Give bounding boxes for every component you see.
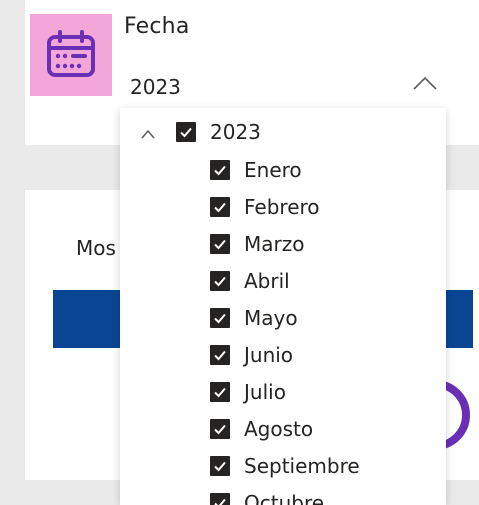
tree-row-month[interactable]: Julio bbox=[120, 376, 286, 408]
tree-row-month[interactable]: Abril bbox=[120, 265, 290, 297]
tree-row-month[interactable]: Agosto bbox=[120, 413, 313, 445]
year-select-value: 2023 bbox=[130, 75, 181, 99]
checkbox-month[interactable] bbox=[210, 419, 230, 439]
check-icon bbox=[214, 165, 226, 176]
year-select[interactable]: 2023 bbox=[120, 57, 446, 109]
checkbox-month[interactable] bbox=[210, 308, 230, 328]
tree-row-label: Junio bbox=[244, 343, 294, 367]
checkbox-month[interactable] bbox=[210, 234, 230, 254]
check-icon bbox=[214, 313, 226, 324]
slicer-title: Fecha bbox=[124, 14, 190, 39]
tree-row-month[interactable]: Febrero bbox=[120, 191, 320, 223]
tree-row-label: 2023 bbox=[210, 120, 261, 144]
tree-row-label: Agosto bbox=[244, 417, 314, 441]
checkbox-month[interactable] bbox=[210, 493, 230, 505]
check-icon bbox=[214, 276, 226, 287]
checkbox-month[interactable] bbox=[210, 382, 230, 402]
tree-row-label: Enero bbox=[244, 158, 302, 182]
check-icon bbox=[180, 127, 192, 138]
tree-row-label: Octubre bbox=[244, 491, 325, 505]
tree-row-label: Julio bbox=[244, 380, 286, 404]
check-icon bbox=[214, 498, 226, 505]
tree-row-month[interactable]: Mayo bbox=[120, 302, 298, 334]
check-icon bbox=[214, 461, 226, 472]
tree-row-month[interactable]: Enero bbox=[120, 154, 302, 186]
calendar-icon bbox=[47, 30, 95, 77]
checkbox-month[interactable] bbox=[210, 271, 230, 291]
chevron-up-icon[interactable] bbox=[140, 125, 156, 144]
tree-row-label: Mayo bbox=[244, 306, 298, 330]
check-icon bbox=[214, 239, 226, 250]
chevron-up-icon[interactable] bbox=[412, 75, 438, 95]
tree-row-label: Septiembre bbox=[244, 454, 360, 478]
checkbox-month[interactable] bbox=[210, 345, 230, 365]
tree-row-label: Abril bbox=[244, 269, 290, 293]
tree-row-month[interactable]: Septiembre bbox=[120, 450, 360, 482]
check-icon bbox=[214, 424, 226, 435]
calendar-tile bbox=[30, 14, 112, 96]
tree-row-month[interactable]: Junio bbox=[120, 339, 293, 371]
tree-row-month[interactable]: Marzo bbox=[120, 228, 304, 260]
checkbox-month[interactable] bbox=[210, 197, 230, 217]
checkbox-month[interactable] bbox=[210, 456, 230, 476]
tree-row-year[interactable]: 2023 bbox=[120, 116, 446, 148]
checkbox-year[interactable] bbox=[176, 122, 196, 142]
checkbox-month[interactable] bbox=[210, 160, 230, 180]
check-icon bbox=[214, 387, 226, 398]
check-icon bbox=[214, 350, 226, 361]
visual-label: Mos bbox=[76, 236, 116, 260]
year-dropdown[interactable]: 2023 Enero Febrero Marzo Abril Mayo Juni… bbox=[120, 108, 446, 505]
tree-row-label: Febrero bbox=[244, 195, 320, 219]
tree-row-label: Marzo bbox=[244, 232, 305, 256]
tree-row-month[interactable]: Octubre bbox=[120, 487, 324, 505]
check-icon bbox=[214, 202, 226, 213]
